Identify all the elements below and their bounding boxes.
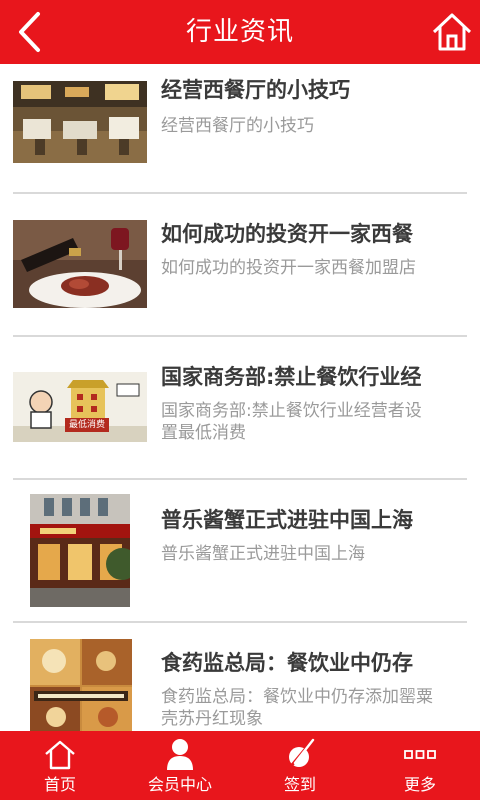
tab-sign-in[interactable]: 签到: [240, 731, 360, 800]
news-list: 经营西餐厅的小技巧 经营西餐厅的小技巧 如何成功的投资开一家西餐 如何成功的投资…: [0, 64, 480, 731]
news-title: 普乐酱蟹正式进驻中国上海: [161, 508, 413, 532]
news-thumbnail-steak: [13, 220, 147, 308]
news-title: 国家商务部:禁止餐饮行业经: [161, 365, 422, 389]
news-summary: 经营西餐厅的小技巧: [161, 116, 314, 136]
news-title: 经营西餐厅的小技巧: [161, 78, 350, 102]
news-item[interactable]: 最低消费 国家商务部:禁止餐饮行业经 国家商务部:禁止餐饮行业经营者设置最低消费: [0, 337, 480, 480]
news-summary: 食药监总局：餐饮业中仍存添加罂粟壳苏丹红现象: [161, 687, 433, 729]
news-thumbnail-restaurant: [13, 81, 147, 163]
more-icon: [404, 750, 436, 759]
tab-member-center[interactable]: 会员中心: [120, 731, 240, 800]
home-button[interactable]: [430, 10, 474, 54]
news-thumbnail-food-collage: [30, 639, 132, 731]
header-bar: 行业资讯: [0, 0, 480, 64]
home-icon: [45, 740, 75, 770]
news-item[interactable]: 经营西餐厅的小技巧 经营西餐厅的小技巧: [0, 64, 480, 194]
tab-label: 更多: [403, 775, 436, 794]
tab-label: 签到: [283, 775, 316, 794]
news-item[interactable]: 普乐酱蟹正式进驻中国上海 普乐酱蟹正式进驻中国上海: [0, 480, 480, 623]
news-summary: 国家商务部:禁止餐饮行业经营者设置最低消费: [161, 401, 422, 443]
user-icon: [167, 739, 193, 770]
bottom-tab-bar: 首页 会员中心 签到 更多: [0, 731, 480, 800]
page-title: 行业资讯: [185, 17, 294, 47]
tab-more[interactable]: 更多: [360, 731, 480, 800]
news-item[interactable]: 食药监总局：餐饮业中仍存 食药监总局：餐饮业中仍存添加罂粟壳苏丹红现象: [0, 623, 480, 731]
tab-home[interactable]: 首页: [0, 731, 120, 800]
news-item[interactable]: 如何成功的投资开一家西餐 如何成功的投资开一家西餐加盟店: [0, 194, 480, 337]
news-title: 如何成功的投资开一家西餐: [161, 222, 413, 246]
sign-in-icon: [289, 738, 315, 767]
tab-label: 首页: [43, 775, 76, 794]
news-title: 食药监总局：餐饮业中仍存: [161, 651, 413, 675]
news-thumbnail-storefront: [30, 494, 130, 607]
thumbnail-caption: 最低消费: [65, 418, 109, 432]
news-summary: 如何成功的投资开一家西餐加盟店: [161, 258, 416, 278]
home-icon: [432, 13, 472, 51]
tab-label: 会员中心: [147, 775, 212, 794]
news-thumbnail-cartoon: 最低消费: [13, 372, 147, 442]
news-summary: 普乐酱蟹正式进驻中国上海: [161, 544, 365, 564]
